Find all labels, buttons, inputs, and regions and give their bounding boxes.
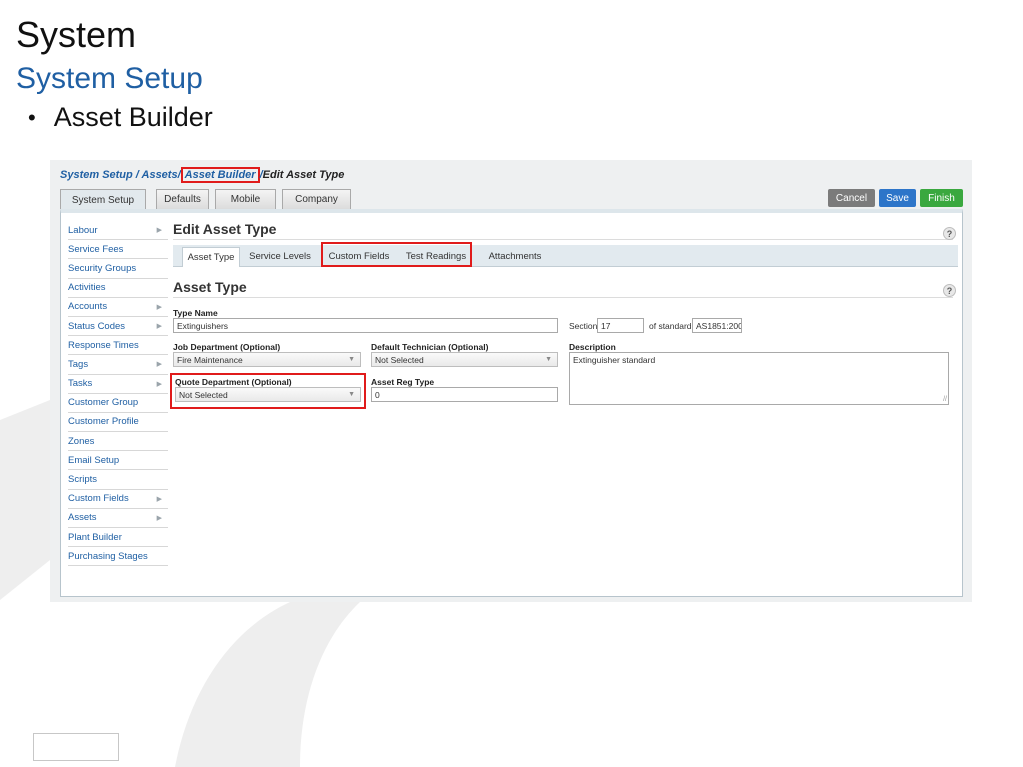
- sidebar-item-assets[interactable]: Assets ▶: [68, 509, 168, 528]
- tab-mobile[interactable]: Mobile: [215, 189, 276, 209]
- slide-subtitle: System Setup: [16, 62, 203, 95]
- section-input[interactable]: 17: [597, 318, 644, 333]
- sidebar-item-email-setup[interactable]: Email Setup: [68, 451, 168, 471]
- slide-bullet-text: Asset Builder: [53, 102, 213, 132]
- description-label: Description: [569, 342, 616, 352]
- resize-grip-icon[interactable]: //: [943, 396, 947, 403]
- sidebar-item-service-fees[interactable]: Service Fees: [68, 240, 168, 260]
- tab-system-setup[interactable]: System Setup: [60, 189, 146, 211]
- tab-defaults[interactable]: Defaults: [156, 189, 209, 209]
- type-name-input[interactable]: Extinguishers: [173, 318, 558, 333]
- sidebar-item-activities[interactable]: Activities: [68, 279, 168, 298]
- tab-company[interactable]: Company: [282, 189, 351, 209]
- sidebar-item-security-groups[interactable]: Security Groups: [68, 259, 168, 279]
- bullet-dot-icon: •: [28, 104, 36, 130]
- chevron-right-icon: ▶: [156, 514, 162, 522]
- content-area: Edit Asset Type ? Asset Type Service Lev…: [170, 221, 958, 409]
- sidebar-item-status-codes[interactable]: Status Codes ▶: [68, 317, 168, 337]
- breadcrumb-system-setup-assets[interactable]: System Setup / Assets: [60, 169, 178, 181]
- cancel-button[interactable]: Cancel: [828, 189, 875, 207]
- asset-type-heading: Asset Type: [173, 279, 953, 298]
- help-icon[interactable]: ?: [943, 284, 956, 297]
- slide-bullet: • Asset Builder: [28, 102, 213, 133]
- tab-service-levels[interactable]: Service Levels: [246, 247, 314, 266]
- breadcrumb-asset-builder[interactable]: Asset Builder: [180, 167, 260, 183]
- section-label: Section: [569, 321, 598, 331]
- sidebar-item-plant-builder[interactable]: Plant Builder: [68, 528, 168, 548]
- chevron-down-icon: ▼: [348, 356, 355, 363]
- slide-title: System: [16, 14, 137, 55]
- chevron-right-icon: ▶: [156, 495, 162, 503]
- sidebar-item-response-times[interactable]: Response Times: [68, 336, 168, 356]
- main-panel: Labour ▶ Service Fees Security Groups Act…: [60, 209, 963, 597]
- job-department-select[interactable]: Fire Maintenance ▼: [173, 352, 361, 367]
- tab-attachments[interactable]: Attachments: [485, 247, 545, 266]
- sidebar-item-labour[interactable]: Labour ▶: [68, 221, 168, 241]
- help-icon[interactable]: ?: [943, 227, 956, 240]
- chevron-right-icon: ▶: [156, 361, 162, 369]
- footer-box: [33, 733, 119, 761]
- sidebar-item-scripts[interactable]: Scripts: [68, 470, 168, 490]
- sidebar-item-tasks[interactable]: Tasks ▶: [68, 375, 168, 394]
- asset-reg-type-input[interactable]: 0: [371, 387, 558, 402]
- sidebar-item-customer-group[interactable]: Customer Group: [68, 394, 168, 413]
- default-technician-label: Default Technician (Optional): [371, 342, 489, 352]
- chevron-down-icon: ▼: [545, 356, 552, 363]
- standard-input[interactable]: AS1851:200: [692, 318, 742, 333]
- finish-button[interactable]: Finish: [920, 189, 963, 207]
- tab-asset-type[interactable]: Asset Type: [182, 247, 240, 267]
- sidebar-item-custom-fields[interactable]: Custom Fields ▶: [68, 490, 168, 509]
- asset-subtabs: Asset Type Service Levels Custom Fields …: [173, 242, 958, 267]
- breadcrumb: System Setup / Assets/Asset Builder/Edit…: [60, 167, 345, 183]
- highlight-box: [170, 373, 366, 409]
- save-button[interactable]: Save: [879, 189, 916, 207]
- breadcrumb-current: Edit Asset Type: [262, 169, 345, 181]
- description-textarea[interactable]: Extinguisher standard//: [569, 352, 949, 405]
- chevron-right-icon: ▶: [156, 227, 162, 234]
- sidebar-item-purchasing-stages[interactable]: Purchasing Stages: [68, 547, 168, 567]
- chevron-right-icon: ▶: [156, 380, 162, 388]
- of-standard-label: of standard: [649, 321, 692, 331]
- app-screenshot: System Setup / Assets/Asset Builder/Edit…: [50, 160, 972, 602]
- asset-reg-type-label: Asset Reg Type: [371, 377, 435, 387]
- chevron-right-icon: ▶: [156, 303, 162, 311]
- edit-asset-type-heading: Edit Asset Type: [173, 221, 953, 240]
- default-technician-select[interactable]: Not Selected ▼: [371, 352, 558, 367]
- chevron-right-icon: ▶: [156, 322, 162, 330]
- sidebar-item-zones[interactable]: Zones: [68, 432, 168, 452]
- type-name-label: Type Name: [173, 308, 218, 318]
- sidebar: Labour ▶ Service Fees Security Groups Act…: [68, 221, 168, 567]
- sidebar-item-accounts[interactable]: Accounts ▶: [68, 298, 168, 317]
- sidebar-item-customer-profile[interactable]: Customer Profile: [68, 413, 168, 433]
- sidebar-item-tags[interactable]: Tags ▶: [68, 355, 168, 375]
- highlight-box: [321, 242, 472, 267]
- job-department-label: Job Department (Optional): [173, 342, 281, 352]
